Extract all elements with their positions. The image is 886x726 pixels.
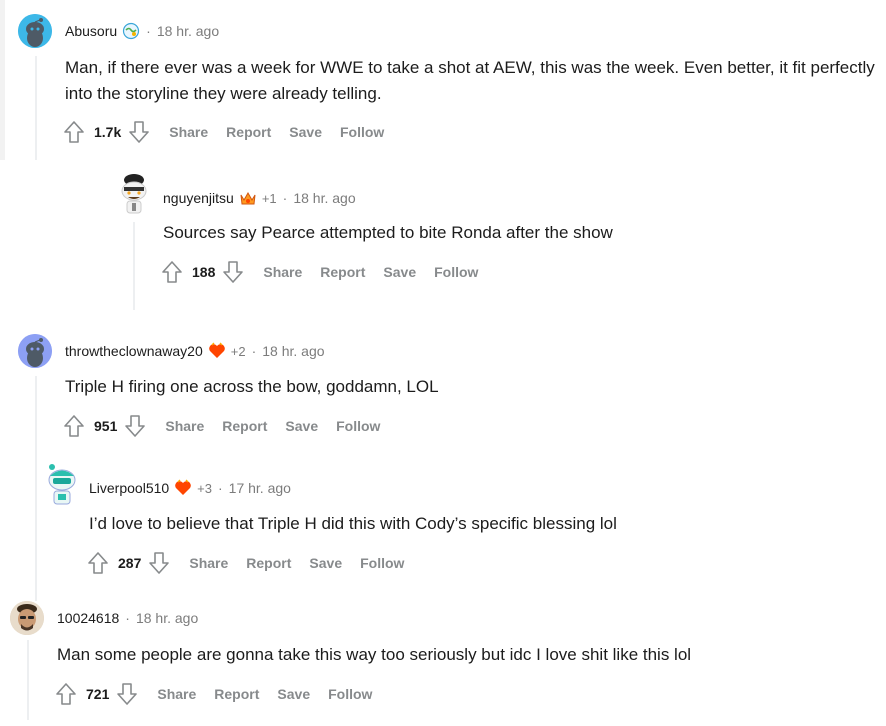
comment-meta: 10024618 · 18 hr. ago bbox=[57, 610, 198, 626]
share-button[interactable]: Share bbox=[169, 124, 208, 140]
username[interactable]: Liverpool510 bbox=[89, 480, 169, 496]
comment-actions: 721 Share Report Save Follow bbox=[54, 682, 372, 706]
separator: · bbox=[282, 190, 288, 206]
save-button[interactable]: Save bbox=[285, 418, 318, 434]
comment-meta: Liverpool510 +3 · 17 hr. ago bbox=[89, 479, 291, 497]
username[interactable]: Abusoru bbox=[65, 23, 117, 39]
follow-button[interactable]: Follow bbox=[336, 418, 380, 434]
report-button[interactable]: Report bbox=[222, 418, 267, 434]
avatar[interactable] bbox=[18, 334, 52, 368]
thread-line[interactable] bbox=[35, 376, 37, 601]
comment-body: I’d love to believe that Triple H did th… bbox=[89, 514, 617, 533]
snoo-avatar-icon bbox=[18, 334, 52, 368]
downvote-icon[interactable] bbox=[127, 120, 151, 144]
save-button[interactable]: Save bbox=[289, 124, 322, 140]
comment-meta: nguyenjitsu +1 · 18 hr. ago bbox=[163, 189, 356, 207]
comment-body: Triple H firing one across the bow, godd… bbox=[65, 377, 439, 396]
avatar[interactable] bbox=[44, 461, 80, 505]
separator: · bbox=[251, 343, 257, 359]
vote-count: 1.7k bbox=[94, 124, 122, 140]
save-button[interactable]: Save bbox=[277, 686, 310, 702]
thread-line[interactable] bbox=[35, 56, 37, 160]
comment-actions: 188 Share Report Save Follow bbox=[160, 260, 478, 284]
username[interactable]: throwtheclownaway20 bbox=[65, 343, 203, 359]
comment-meta: Abusoru · 18 hr. ago bbox=[65, 22, 219, 40]
separator: · bbox=[146, 23, 151, 39]
timestamp[interactable]: 18 hr. ago bbox=[262, 343, 324, 359]
separator: · bbox=[218, 480, 223, 496]
comment-body: Man some people are gonna take this way … bbox=[57, 645, 692, 664]
avatar[interactable] bbox=[10, 601, 44, 635]
snoo-avatar-icon bbox=[121, 174, 147, 214]
snoo-avatar-icon bbox=[48, 464, 76, 505]
save-button[interactable]: Save bbox=[383, 264, 416, 280]
downvote-icon[interactable] bbox=[147, 551, 171, 575]
comment-actions: 1.7k Share Report Save Follow bbox=[62, 120, 384, 144]
left-gutter bbox=[0, 0, 5, 160]
comment-meta: throwtheclownaway20 +2 · 18 hr. ago bbox=[65, 342, 325, 360]
report-button[interactable]: Report bbox=[246, 555, 291, 571]
username[interactable]: nguyenjitsu bbox=[163, 190, 234, 206]
follow-button[interactable]: Follow bbox=[360, 555, 404, 571]
share-button[interactable]: Share bbox=[263, 264, 302, 280]
avatar[interactable] bbox=[116, 172, 152, 214]
comment-body: Sources say Pearce attempted to bite Ron… bbox=[163, 223, 613, 242]
comment-actions: 951 Share Report Save Follow bbox=[62, 414, 380, 438]
crown-flair-icon bbox=[239, 189, 257, 207]
globe-flair-icon bbox=[122, 22, 140, 40]
heart-flair-icon bbox=[208, 342, 226, 360]
upvote-icon[interactable] bbox=[54, 682, 78, 706]
downvote-icon[interactable] bbox=[115, 682, 139, 706]
vote-count: 287 bbox=[118, 555, 142, 571]
share-button[interactable]: Share bbox=[157, 686, 196, 702]
comment-body: Man, if there ever was a week for WWE to… bbox=[65, 58, 875, 103]
thread-line[interactable] bbox=[133, 222, 135, 310]
report-button[interactable]: Report bbox=[226, 124, 271, 140]
username[interactable]: 10024618 bbox=[57, 610, 119, 626]
separator: · bbox=[125, 610, 130, 626]
heart-flair-icon bbox=[174, 479, 192, 497]
timestamp[interactable]: 17 hr. ago bbox=[229, 480, 291, 496]
upvote-icon[interactable] bbox=[160, 260, 184, 284]
comment-actions: 287 Share Report Save Follow bbox=[86, 551, 404, 575]
downvote-icon[interactable] bbox=[221, 260, 245, 284]
timestamp[interactable]: 18 hr. ago bbox=[157, 23, 219, 39]
follow-button[interactable]: Follow bbox=[328, 686, 372, 702]
avatar[interactable] bbox=[18, 14, 52, 48]
save-button[interactable]: Save bbox=[309, 555, 342, 571]
timestamp[interactable]: 18 hr. ago bbox=[293, 190, 355, 206]
thread-line[interactable] bbox=[27, 640, 29, 720]
upvote-icon[interactable] bbox=[62, 120, 86, 144]
upvote-icon[interactable] bbox=[86, 551, 110, 575]
vote-count: 188 bbox=[192, 264, 216, 280]
vote-count: 951 bbox=[94, 418, 118, 434]
share-button[interactable]: Share bbox=[189, 555, 228, 571]
snoo-avatar-icon bbox=[18, 14, 52, 48]
report-button[interactable]: Report bbox=[320, 264, 365, 280]
timestamp[interactable]: 18 hr. ago bbox=[136, 610, 198, 626]
award-count: +1 bbox=[261, 190, 277, 206]
upvote-icon[interactable] bbox=[62, 414, 86, 438]
report-button[interactable]: Report bbox=[214, 686, 259, 702]
downvote-icon[interactable] bbox=[123, 414, 147, 438]
share-button[interactable]: Share bbox=[165, 418, 204, 434]
award-count: +2 bbox=[230, 343, 246, 359]
follow-button[interactable]: Follow bbox=[434, 264, 478, 280]
follow-button[interactable]: Follow bbox=[340, 124, 384, 140]
award-count: +3 bbox=[197, 480, 212, 496]
vote-count: 721 bbox=[86, 686, 110, 702]
photo-avatar-icon bbox=[10, 601, 44, 635]
